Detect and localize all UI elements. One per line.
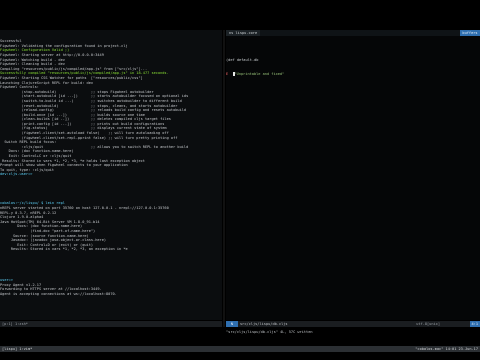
editor-status-filename: src/cljs/lispu/db.cljs [240,322,288,326]
editor-line-def: (def default-db [226,58,259,63]
editor-command-line[interactable]: "src/cljs/lispu/db.cljs" 4L, 57C written [226,329,480,335]
lein-repl-output: cobalos:~/c/lispu/ $ lein repl nREPL serv… [0,201,222,252]
editor-pane[interactable]: ns lispu.core buffers (def default-db E … [226,30,480,320]
editor-mode-indicator: N [226,321,238,327]
tmux-status-bar: [lispu] 1:vim* "cobalos-mac" 14:01 23-Ju… [0,346,480,352]
editor-status-position: 4:1 [469,321,480,327]
tab-current-file[interactable]: ns lispu.core [226,30,261,36]
left-terminal-pane[interactable]: Successful Figwheel: Validating the confi… [0,30,222,320]
proxy-agent-output: user=> Proxy Agent v1.2.17 Forwarding to H… [0,278,222,296]
editor-tabline: ns lispu.core buffers [226,30,480,36]
tab-buffers[interactable]: buffers [460,30,480,36]
tmux-session-label[interactable]: [lispu] 1:vim* [2,346,32,352]
left-status-bar: [p:1] 1:zsh* [0,321,222,327]
terminal-line: dev:cljs.user=> [0,172,33,177]
figwheel-output: Successful Figwheel: Validating the confi… [0,39,222,177]
cursor-line-text: "Unprintable and fixed" [234,72,285,77]
terminal-screen: Successful Figwheel: Validating the confi… [0,0,480,360]
editor-status-encoding: utf-8[unix] [416,322,440,326]
tmux-clock: "cobalos-mac" 14:01 23-Jun-17 [415,347,478,351]
error-sign: E [226,72,229,77]
editor-line-error: E "Unprintable and fixed" [226,72,480,77]
editor-buffer[interactable]: (def default-db E "Unprintable and fixed… [226,40,480,86]
terminal-line: Results: Stored in vars *1, *2, *3, an e… [0,247,128,252]
terminal-line: Agent is accepting connections at ws://l… [0,292,117,297]
pane-divider [223,30,225,327]
left-status-text: [p:1] 1:zsh* [2,322,28,326]
editor-status-bar: N src/cljs/lispu/db.cljs utf-8[unix] 4:1 [226,321,480,327]
